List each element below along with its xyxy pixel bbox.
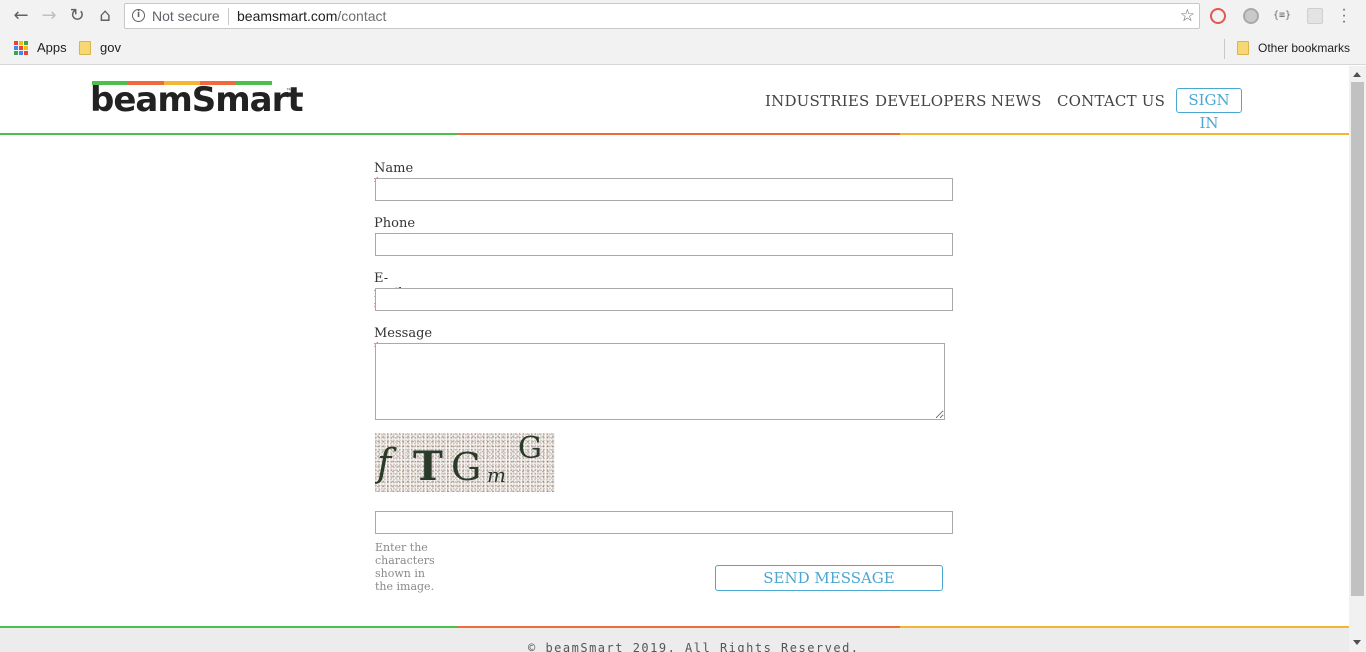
home-icon[interactable]: ⌂ (95, 6, 115, 26)
header-divider (0, 133, 1349, 135)
scroll-up-arrow-icon[interactable] (1353, 72, 1361, 77)
scroll-down-arrow-icon[interactable] (1353, 640, 1361, 645)
apps-grid-icon[interactable] (14, 41, 28, 55)
footer-copyright: © beamSmart 2019. All Rights Reserved. (528, 641, 860, 652)
browser-toolbar: ← → ↻ ⌂ i Not secure beamsmart.com/conta… (0, 0, 1366, 33)
captcha-image: f T G m G (375, 433, 555, 492)
page: beamSmart ™ INDUSTRIES DEVELOPERS NEWS C… (0, 66, 1349, 652)
sign-in-button[interactable]: SIGN IN (1176, 88, 1242, 132)
nav-industries[interactable]: INDUSTRIES (765, 92, 869, 110)
back-arrow-icon[interactable]: ← (11, 6, 31, 26)
bookmark-other[interactable]: Other bookmarks (1258, 41, 1350, 55)
nav-news[interactable]: NEWS (991, 92, 1042, 110)
reload-icon[interactable]: ↻ (67, 6, 87, 26)
captcha-char: G (451, 445, 482, 489)
footer: © beamSmart 2019. All Rights Reserved. (0, 628, 1349, 652)
bookmarks-bar: Apps gov Other bookmarks (0, 33, 1366, 65)
vertical-scrollbar[interactable] (1349, 66, 1366, 652)
info-icon[interactable]: i (132, 9, 145, 22)
security-status[interactable]: Not secure (152, 8, 220, 24)
address-separator (228, 8, 229, 25)
bookmark-apps[interactable]: Apps (37, 40, 67, 55)
bookmark-star-icon[interactable]: ☆ (1180, 6, 1195, 26)
folder-icon (1237, 41, 1249, 55)
scroll-thumb[interactable] (1351, 82, 1364, 596)
url-text[interactable]: beamsmart.com/contact (237, 8, 386, 24)
captcha-char: m (487, 463, 506, 487)
message-textarea[interactable] (375, 343, 945, 420)
name-input[interactable] (375, 178, 953, 201)
site-logo[interactable]: beamSmart (90, 80, 304, 120)
send-message-button[interactable]: SEND MESSAGE (715, 565, 943, 591)
captcha-char: G (518, 433, 542, 466)
captcha-hint: Enter the characters shown in the image. (375, 541, 435, 593)
captcha-input[interactable] (375, 511, 953, 534)
phone-input[interactable] (375, 233, 953, 256)
extension-json-icon[interactable]: {≡} (1273, 9, 1293, 23)
captcha-char: f (377, 441, 392, 485)
browser-menu-icon[interactable]: · · · (1337, 2, 1351, 30)
extension-blocker-icon[interactable] (1210, 8, 1226, 24)
bookmarks-separator (1224, 39, 1225, 59)
nav-developers[interactable]: DEVELOPERS (875, 92, 987, 110)
extension-square-icon[interactable] (1307, 8, 1323, 24)
extension-circle-icon[interactable] (1243, 8, 1259, 24)
email-input[interactable] (375, 288, 953, 311)
phone-label: Phone (374, 216, 416, 231)
nav-contact-us[interactable]: CONTACT US (1057, 92, 1165, 110)
forward-arrow-icon[interactable]: → (39, 6, 59, 26)
address-bar[interactable]: i Not secure beamsmart.com/contact ☆ (124, 3, 1200, 29)
bookmark-gov[interactable]: gov (100, 40, 121, 55)
captcha-char: T (413, 443, 443, 490)
trademark-mark: ™ (286, 88, 292, 94)
folder-icon (79, 41, 91, 55)
